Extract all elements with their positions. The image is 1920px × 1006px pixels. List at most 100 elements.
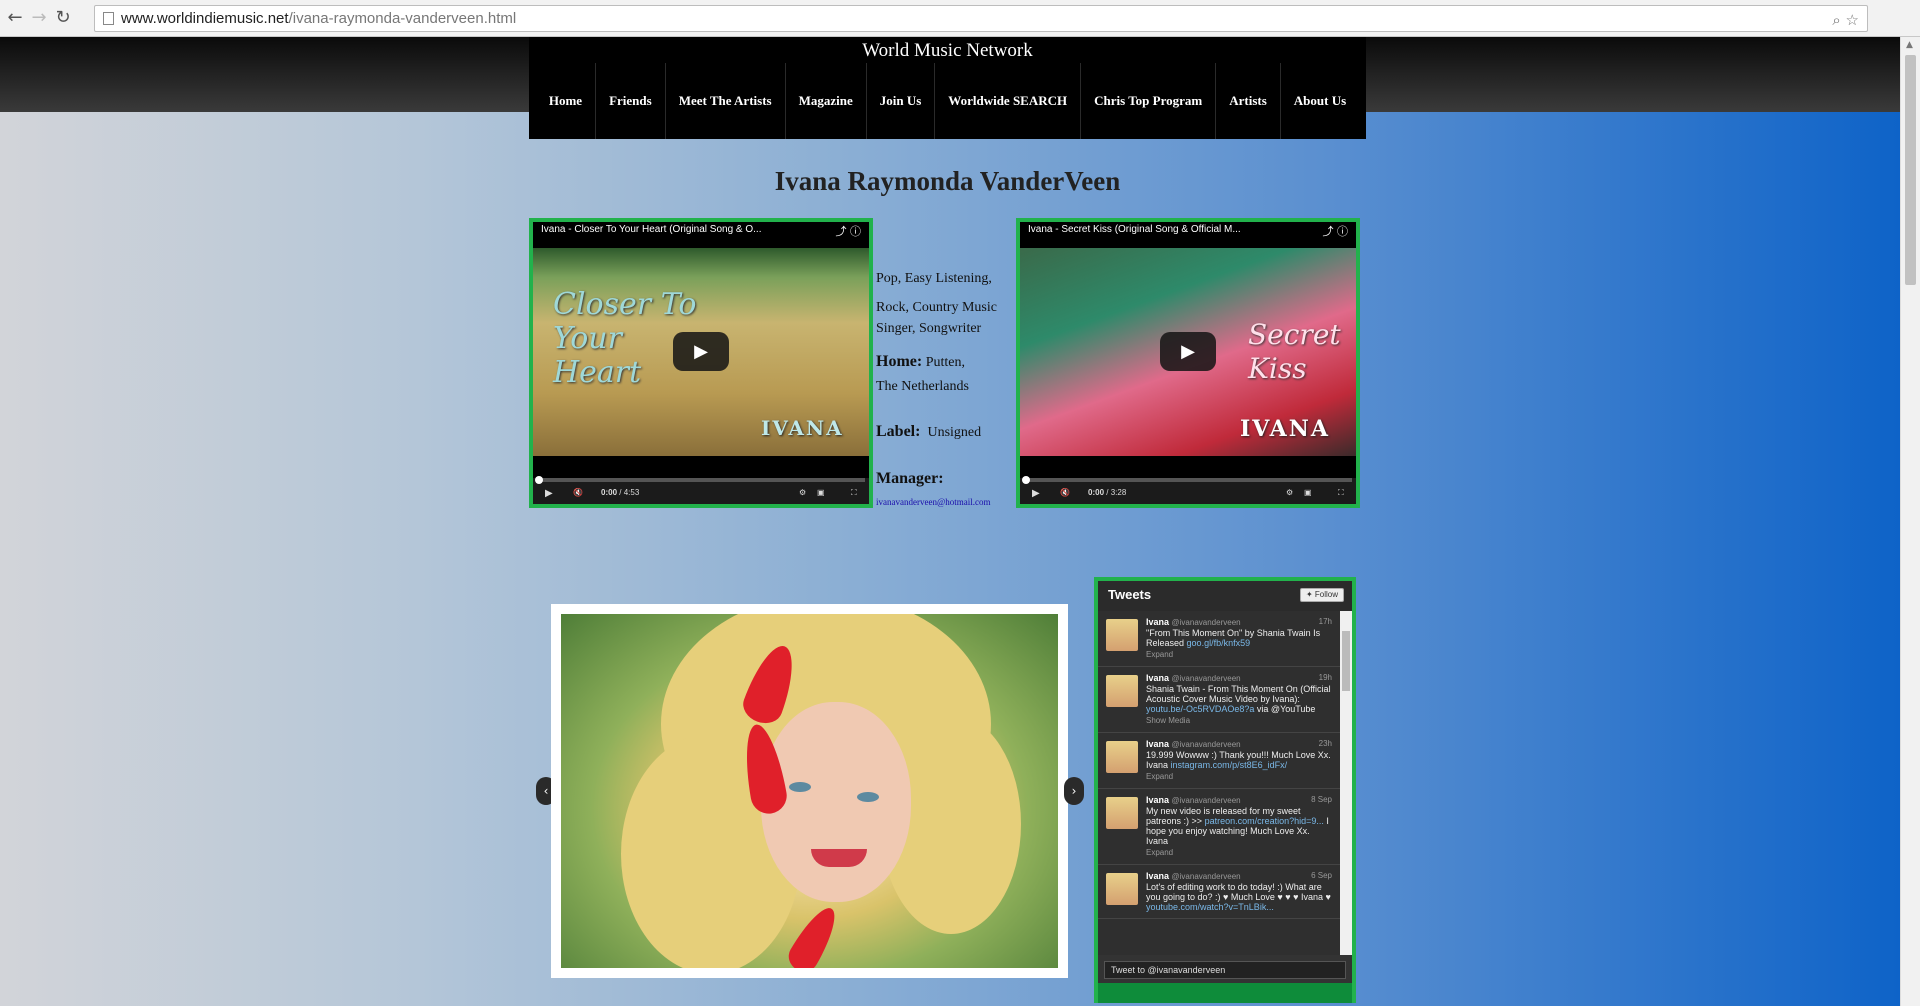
progress-handle[interactable] xyxy=(1022,476,1030,484)
video-header-icons: ⤴ ⓘ xyxy=(836,223,862,239)
tweet-link[interactable]: youtube.com/watch?v=TnLBik... xyxy=(1146,902,1274,912)
menu-item-join-us[interactable]: Join Us xyxy=(865,63,935,139)
tweet-time[interactable]: 23h xyxy=(1319,739,1332,749)
tweet-time[interactable]: 19h xyxy=(1319,673,1332,683)
manager-label: Manager: xyxy=(876,470,944,487)
home-value-2: The Netherlands xyxy=(876,379,969,394)
menu-item-friends[interactable]: Friends xyxy=(595,63,665,139)
settings-icon[interactable]: ⚙ xyxy=(799,488,806,497)
reload-icon[interactable]: ↻ xyxy=(52,6,74,30)
tweet-compose-input[interactable]: Tweet to @ivanavanderveen xyxy=(1104,961,1346,979)
address-bar[interactable]: www.worldindiemusic.net/ivana-raymonda-v… xyxy=(94,5,1868,32)
avatar[interactable] xyxy=(1106,797,1138,829)
tweet-link[interactable]: instagram.com/p/st8E6_idFx/ xyxy=(1171,760,1288,770)
info-icon[interactable]: ⓘ xyxy=(1337,225,1348,238)
tweet-handle[interactable]: @ivanavanderveen xyxy=(1172,872,1241,881)
menu-item-about-us[interactable]: About Us xyxy=(1279,63,1359,139)
page-scrollbar-thumb[interactable] xyxy=(1905,55,1916,285)
avatar[interactable] xyxy=(1106,873,1138,905)
tweet-link[interactable]: goo.gl/fb/knfx59 xyxy=(1187,638,1251,648)
tweet-time[interactable]: 6 Sep xyxy=(1311,871,1332,881)
tweet-expand[interactable]: Expand xyxy=(1146,772,1334,782)
tweet-link[interactable]: youtu.be/-Oc5RVDAOe8?a xyxy=(1146,704,1254,714)
mute-icon[interactable]: 🔇 xyxy=(1060,488,1070,497)
tweet-author[interactable]: Ivana xyxy=(1146,739,1169,749)
tweet-handle[interactable]: @ivanavanderveen xyxy=(1172,796,1241,805)
info-icon[interactable]: ⓘ xyxy=(850,225,861,238)
tweet-expand[interactable]: Expand xyxy=(1146,650,1334,660)
play-icon[interactable]: ▶ xyxy=(673,332,729,371)
tweet-author[interactable]: Ivana xyxy=(1146,617,1169,627)
tweet-time[interactable]: 8 Sep xyxy=(1311,795,1332,805)
avatar[interactable] xyxy=(1106,675,1138,707)
browser-toolbar: ← → ↻ www.worldindiemusic.net/ivana-raym… xyxy=(0,0,1920,37)
youtube-logo-icon[interactable]: ▣ xyxy=(1304,488,1312,497)
tweet-author[interactable]: Ivana xyxy=(1146,673,1169,683)
site-title[interactable]: World Music Network xyxy=(529,40,1366,62)
tweet-link[interactable]: patreon.com/creation?hid=9... xyxy=(1205,816,1324,826)
tweet-handle[interactable]: @ivanavanderveen xyxy=(1172,740,1241,749)
arrow-right-icon[interactable]: → xyxy=(28,6,50,30)
tweet-expand[interactable]: Expand xyxy=(1146,848,1334,858)
play-small-icon[interactable]: ▶ xyxy=(545,488,553,499)
page-scrollbar[interactable]: ▲ xyxy=(1900,37,1920,1006)
tweet-author[interactable]: Ivana xyxy=(1146,871,1169,881)
tweet-item[interactable]: Ivana @ivanavanderveen 23h 19.999 Wowww … xyxy=(1098,733,1352,789)
tweet-handle[interactable]: @ivanavanderveen xyxy=(1172,618,1241,627)
progress-bar[interactable] xyxy=(1022,476,1352,484)
play-small-icon[interactable]: ▶ xyxy=(1032,488,1040,499)
zoom-icon[interactable]: ⌕ xyxy=(1832,11,1840,29)
settings-icon[interactable]: ⚙ xyxy=(1286,488,1293,497)
tweet-text-after: via @YouTube xyxy=(1256,704,1316,714)
tweet-scrollbar[interactable] xyxy=(1340,611,1352,955)
tweet-handle[interactable]: @ivanavanderveen xyxy=(1172,674,1241,683)
share-icon[interactable]: ⤴ xyxy=(836,225,847,238)
youtube-logo-icon[interactable]: ▣ xyxy=(817,488,825,497)
duration: / 4:53 xyxy=(619,488,640,497)
arrow-left-icon[interactable]: ← xyxy=(4,6,26,30)
manager-email-link[interactable]: ivanavanderveen@hotmail.com xyxy=(876,492,1016,513)
avatar[interactable] xyxy=(1106,741,1138,773)
progress-handle[interactable] xyxy=(535,476,543,484)
tweet-scrollbar-thumb[interactable] xyxy=(1342,631,1350,691)
progress-bar[interactable] xyxy=(535,476,865,484)
tweet-list[interactable]: Ivana @ivanavanderveen 17h "From This Mo… xyxy=(1098,611,1352,955)
menu-item-magazine[interactable]: Magazine xyxy=(784,63,866,139)
tweet-author[interactable]: Ivana xyxy=(1146,795,1169,805)
tweet-item[interactable]: Ivana @ivanavanderveen 19h Shania Twain … xyxy=(1098,667,1352,733)
fullscreen-icon[interactable]: ⛶ xyxy=(851,488,857,498)
tweet-item[interactable]: Ivana @ivanavanderveen 8 Sep My new vide… xyxy=(1098,789,1352,865)
video-player-2[interactable]: Ivana - Secret Kiss (Original Song & Off… xyxy=(1016,218,1360,508)
menu-item-artists[interactable]: Artists xyxy=(1215,63,1280,139)
menu-item-home[interactable]: Home xyxy=(536,63,595,139)
twitter-title: Tweets xyxy=(1108,587,1152,602)
video-title[interactable]: Ivana - Closer To Your Heart (Original S… xyxy=(541,224,811,235)
menu-item-worldwide-search[interactable]: Worldwide SEARCH xyxy=(934,63,1080,139)
tweet-show-media[interactable]: Show Media xyxy=(1146,716,1334,726)
artist-info: Pop, Easy Listening, Rock, Country Music… xyxy=(876,268,1016,513)
menu-item-chris-top-program[interactable]: Chris Top Program xyxy=(1080,63,1215,139)
video-title[interactable]: Ivana - Secret Kiss (Original Song & Off… xyxy=(1028,224,1298,235)
label-value: Unsigned xyxy=(927,425,982,440)
mute-icon[interactable]: 🔇 xyxy=(573,488,583,497)
twitter-header: Tweets ✦ Follow xyxy=(1098,581,1352,611)
play-icon[interactable]: ▶ xyxy=(1160,332,1216,371)
tweet-item[interactable]: Ivana @ivanavanderveen 17h "From This Mo… xyxy=(1098,611,1352,667)
share-icon[interactable]: ⤴ xyxy=(1323,225,1334,238)
video-thumbnail[interactable]: Secret Kiss IVANA ▶ xyxy=(1020,248,1356,456)
menu-item-meet-the-artists[interactable]: Meet The Artists xyxy=(664,63,785,139)
video-header-icons: ⤴ ⓘ xyxy=(1323,223,1349,239)
tweet-item[interactable]: Ivana @ivanavanderveen 6 Sep Lot's of ed… xyxy=(1098,865,1352,919)
follow-button[interactable]: ✦ Follow xyxy=(1300,588,1344,602)
genres-line-2: Rock, Country Music xyxy=(876,300,997,315)
scroll-up-icon[interactable]: ▲ xyxy=(1906,40,1913,50)
slideshow-next-arrow[interactable]: › xyxy=(1064,777,1084,805)
bookmark-star-icon[interactable]: ☆ xyxy=(1846,11,1859,29)
video-thumbnail[interactable]: Closer To Your Heart IVANA ▶ xyxy=(533,248,869,456)
photo-feather-3 xyxy=(783,901,845,968)
avatar[interactable] xyxy=(1106,619,1138,651)
video-player-1[interactable]: Ivana - Closer To Your Heart (Original S… xyxy=(529,218,873,508)
tweet-time[interactable]: 17h xyxy=(1319,617,1332,627)
twitter-widget: Tweets ✦ Follow Ivana @ivanavanderveen 1… xyxy=(1094,577,1356,1003)
fullscreen-icon[interactable]: ⛶ xyxy=(1338,488,1344,498)
